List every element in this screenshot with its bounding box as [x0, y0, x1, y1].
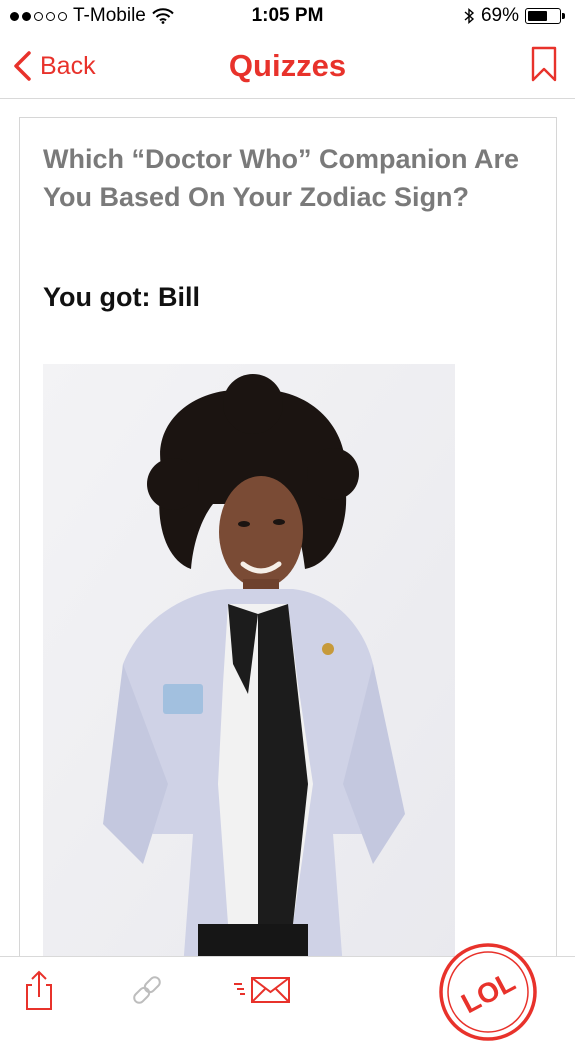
nav-bar: Back Quizzes — [0, 34, 575, 99]
link-icon[interactable] — [128, 971, 166, 1009]
bookmark-icon[interactable] — [531, 46, 557, 82]
share-icon[interactable] — [24, 969, 54, 1011]
page-title: Quizzes — [228, 48, 347, 83]
quiz-result: You got: Bill — [43, 282, 200, 312]
status-bar: T-Mobile 1:05 PM 69% — [0, 0, 575, 34]
lol-badge-icon[interactable]: LOL — [438, 942, 538, 1042]
battery-fill — [528, 11, 548, 21]
quiz-result-card: Which “Doctor Who” Companion Are You Bas… — [19, 117, 557, 967]
quiz-title: Which “Doctor Who” Companion Are You Bas… — [43, 144, 519, 212]
battery-icon — [525, 8, 565, 24]
email-icon[interactable] — [232, 975, 292, 1005]
result-photo — [43, 364, 455, 967]
bluetooth-icon — [464, 7, 475, 25]
battery-percent: 69% — [480, 5, 519, 26]
status-right: 69% — [464, 5, 565, 27]
battery-nub — [562, 13, 565, 19]
